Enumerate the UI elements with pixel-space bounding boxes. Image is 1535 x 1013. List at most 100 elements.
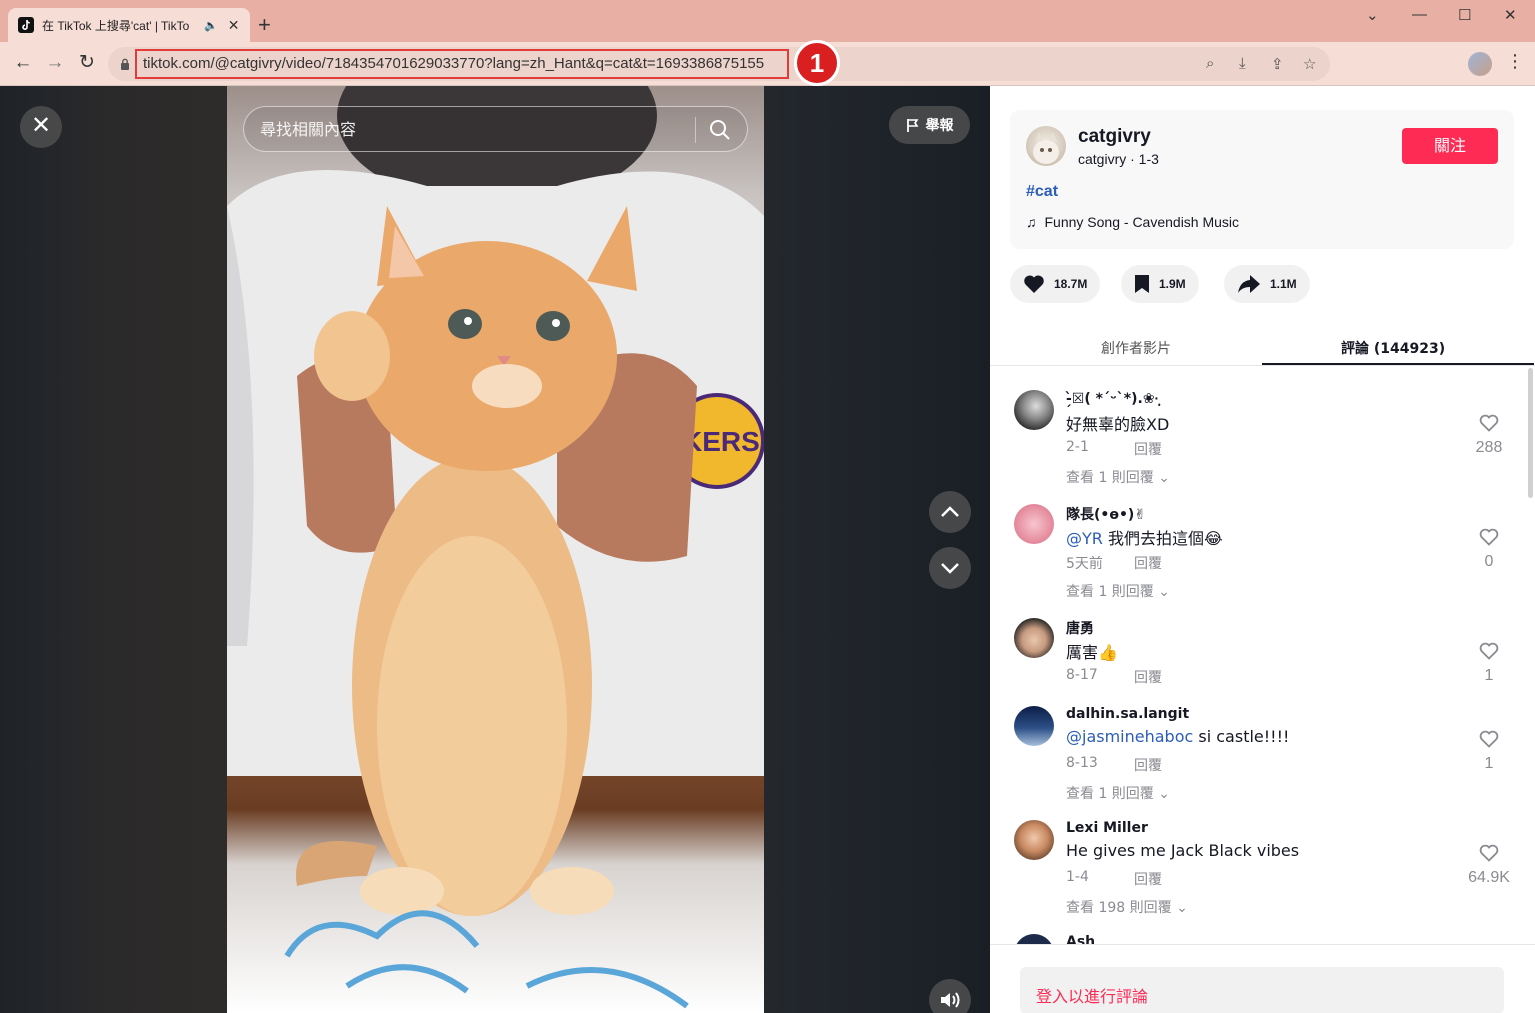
comment-text: He gives me Jack Black vibes xyxy=(1066,841,1300,860)
reply-button[interactable]: 回覆 xyxy=(1134,439,1162,459)
close-video-icon[interactable]: ✕ xyxy=(20,106,62,148)
heart-outline-icon xyxy=(1479,844,1499,862)
url-text[interactable]: tiktok.com/@catgivry/video/7184354701629… xyxy=(135,49,789,79)
music-row[interactable]: ♫ Funny Song - Cavendish Music xyxy=(1026,214,1239,230)
save-count: 1.9M xyxy=(1159,277,1186,291)
comment-scrollbar[interactable] xyxy=(1528,368,1533,498)
view-replies-link[interactable]: 查看 1 則回覆 ⌄ xyxy=(1066,467,1170,487)
zoom-search-icon[interactable]: ⌕ xyxy=(1206,55,1214,72)
heart-outline-icon xyxy=(1479,730,1499,748)
minimize-icon[interactable]: — xyxy=(1412,6,1427,23)
comment-like[interactable]: 288 xyxy=(1461,414,1517,457)
comment-username[interactable]: 隊長(•ө•)✌ xyxy=(1066,504,1146,524)
heart-outline-icon xyxy=(1479,528,1499,546)
comment-like-count: 64.9K xyxy=(1468,869,1510,886)
author-subline: catgivry · 1-3 xyxy=(1078,151,1159,167)
tab-creator-videos[interactable]: 創作者影片 xyxy=(1101,338,1171,358)
comment-like[interactable]: 0 xyxy=(1461,528,1517,571)
like-count: 18.7M xyxy=(1054,277,1088,291)
view-replies-link[interactable]: 查看 1 則回覆 ⌄ xyxy=(1066,581,1170,601)
share-arrow-icon xyxy=(1238,275,1260,293)
reply-button[interactable]: 回覆 xyxy=(1134,869,1162,889)
view-replies-link[interactable]: 查看 198 則回覆 ⌄ xyxy=(1066,897,1188,917)
comment-text: @YR 我們去拍這個😂 xyxy=(1066,529,1223,548)
bookmark-star-icon[interactable]: ☆ xyxy=(1303,55,1316,73)
comment-text: 好無辜的臉XD xyxy=(1066,415,1170,434)
commenter-avatar[interactable] xyxy=(1014,820,1054,860)
commenter-avatar[interactable] xyxy=(1014,390,1054,430)
next-video-button[interactable] xyxy=(929,547,971,589)
commenter-avatar[interactable] xyxy=(1014,706,1054,746)
comment-mention[interactable]: @YR xyxy=(1066,529,1103,548)
comment-text: 厲害👍 xyxy=(1066,643,1118,662)
share-icon[interactable]: ⇪ xyxy=(1271,55,1284,73)
tiktok-favicon-icon xyxy=(18,17,34,33)
author-name[interactable]: catgivry xyxy=(1078,126,1151,148)
kitten-video-image: KERS xyxy=(227,86,764,1009)
tab-search-icon[interactable]: ⌄ xyxy=(1366,6,1379,24)
reply-button[interactable]: 回覆 xyxy=(1134,755,1162,775)
music-note-icon: ♫ xyxy=(1026,214,1037,230)
related-search-box[interactable] xyxy=(243,106,748,152)
close-window-icon[interactable]: ✕ xyxy=(1504,6,1517,24)
comment-like[interactable]: 1 xyxy=(1461,730,1517,773)
chevron-up-icon xyxy=(941,506,959,517)
share-button[interactable]: 1.1M xyxy=(1224,265,1310,303)
save-button[interactable]: 1.9M xyxy=(1121,265,1199,303)
chevron-down-icon xyxy=(941,563,959,574)
reply-button[interactable]: 回覆 xyxy=(1134,553,1162,573)
comment-like-count: 288 xyxy=(1475,439,1503,456)
active-tab-underline xyxy=(1262,363,1534,365)
like-button[interactable]: 18.7M xyxy=(1010,265,1101,303)
view-replies-link[interactable]: 查看 1 則回覆 ⌄ xyxy=(1066,783,1170,803)
browser-menu-icon[interactable]: ⋮ xyxy=(1506,51,1524,72)
tab-close-icon[interactable]: ✕ xyxy=(228,17,240,34)
related-search-input[interactable] xyxy=(260,120,680,139)
heart-icon xyxy=(1024,275,1044,293)
commenter-avatar[interactable] xyxy=(1014,618,1054,658)
comment-date: 5天前 xyxy=(1066,556,1103,572)
comment-username[interactable]: Lexi Miller xyxy=(1066,820,1148,836)
login-to-comment-button[interactable]: 登入以進行評論 xyxy=(1020,967,1504,1013)
tab-comments[interactable]: 評論 (144923) xyxy=(1341,338,1445,358)
author-card: catgivry catgivry · 1-3 關注 #cat ♫ Funny … xyxy=(1010,110,1514,249)
comment-date: 8-17 xyxy=(1066,667,1098,683)
search-divider xyxy=(695,117,696,143)
comment-mention[interactable]: @jasminehaboc xyxy=(1066,727,1193,746)
speaker-icon[interactable]: 🔈 xyxy=(204,19,218,32)
comment-like[interactable]: 64.9K xyxy=(1461,844,1517,887)
reload-icon[interactable]: ↻ xyxy=(75,52,99,74)
comment-date: 8-13 xyxy=(1066,755,1098,771)
comment-input-bar: 登入以進行評論 xyxy=(990,944,1535,1013)
reply-button[interactable]: 回覆 xyxy=(1134,667,1162,687)
maximize-icon[interactable]: ☐ xyxy=(1458,6,1471,24)
search-icon[interactable] xyxy=(708,118,732,142)
annotation-badge: 1 xyxy=(794,40,840,86)
comment-list: -̗̀☒( *´ᵕ`*).❀·̩͙ 好無辜的臉XD 2-1 回覆 查看 1 則回… xyxy=(990,368,1535,944)
browser-tab[interactable]: 在 TikTok 上搜尋'cat' | TikTo 🔈 ✕ xyxy=(8,8,250,42)
address-bar[interactable]: tiktok.com/@catgivry/video/7184354701629… xyxy=(108,47,1330,81)
comment-text: @jasminehaboc si castle!!!! xyxy=(1066,727,1290,746)
volume-button[interactable] xyxy=(929,979,971,1013)
new-tab-button[interactable]: + xyxy=(258,12,271,38)
flag-icon xyxy=(906,119,918,132)
commenter-avatar[interactable] xyxy=(1014,934,1054,944)
hashtag-link[interactable]: #cat xyxy=(1026,183,1058,201)
comment-username[interactable]: Ash xyxy=(1066,934,1095,944)
report-button[interactable]: 舉報 xyxy=(889,106,970,144)
commenter-avatar[interactable] xyxy=(1014,504,1054,544)
music-title: Funny Song - Cavendish Music xyxy=(1044,214,1240,230)
comment-username[interactable]: 唐勇 xyxy=(1066,618,1094,638)
previous-video-button[interactable] xyxy=(929,491,971,533)
panel-tabs: 創作者影片 評論 (144923) xyxy=(990,328,1535,366)
profile-avatar[interactable] xyxy=(1468,52,1492,76)
follow-button[interactable]: 關注 xyxy=(1402,128,1498,164)
comment-username[interactable]: dalhin.sa.langit xyxy=(1066,706,1189,722)
comment-like[interactable]: 1 xyxy=(1461,642,1517,685)
forward-icon[interactable]: → xyxy=(43,52,67,74)
back-icon[interactable]: ← xyxy=(11,52,35,74)
video-frame[interactable]: KERS xyxy=(227,86,764,1013)
author-avatar[interactable] xyxy=(1026,126,1066,166)
install-app-icon[interactable]: ⤓ xyxy=(1239,55,1246,72)
comment-username[interactable]: -̗̀☒( *´ᵕ`*).❀·̩͙ xyxy=(1066,390,1159,407)
